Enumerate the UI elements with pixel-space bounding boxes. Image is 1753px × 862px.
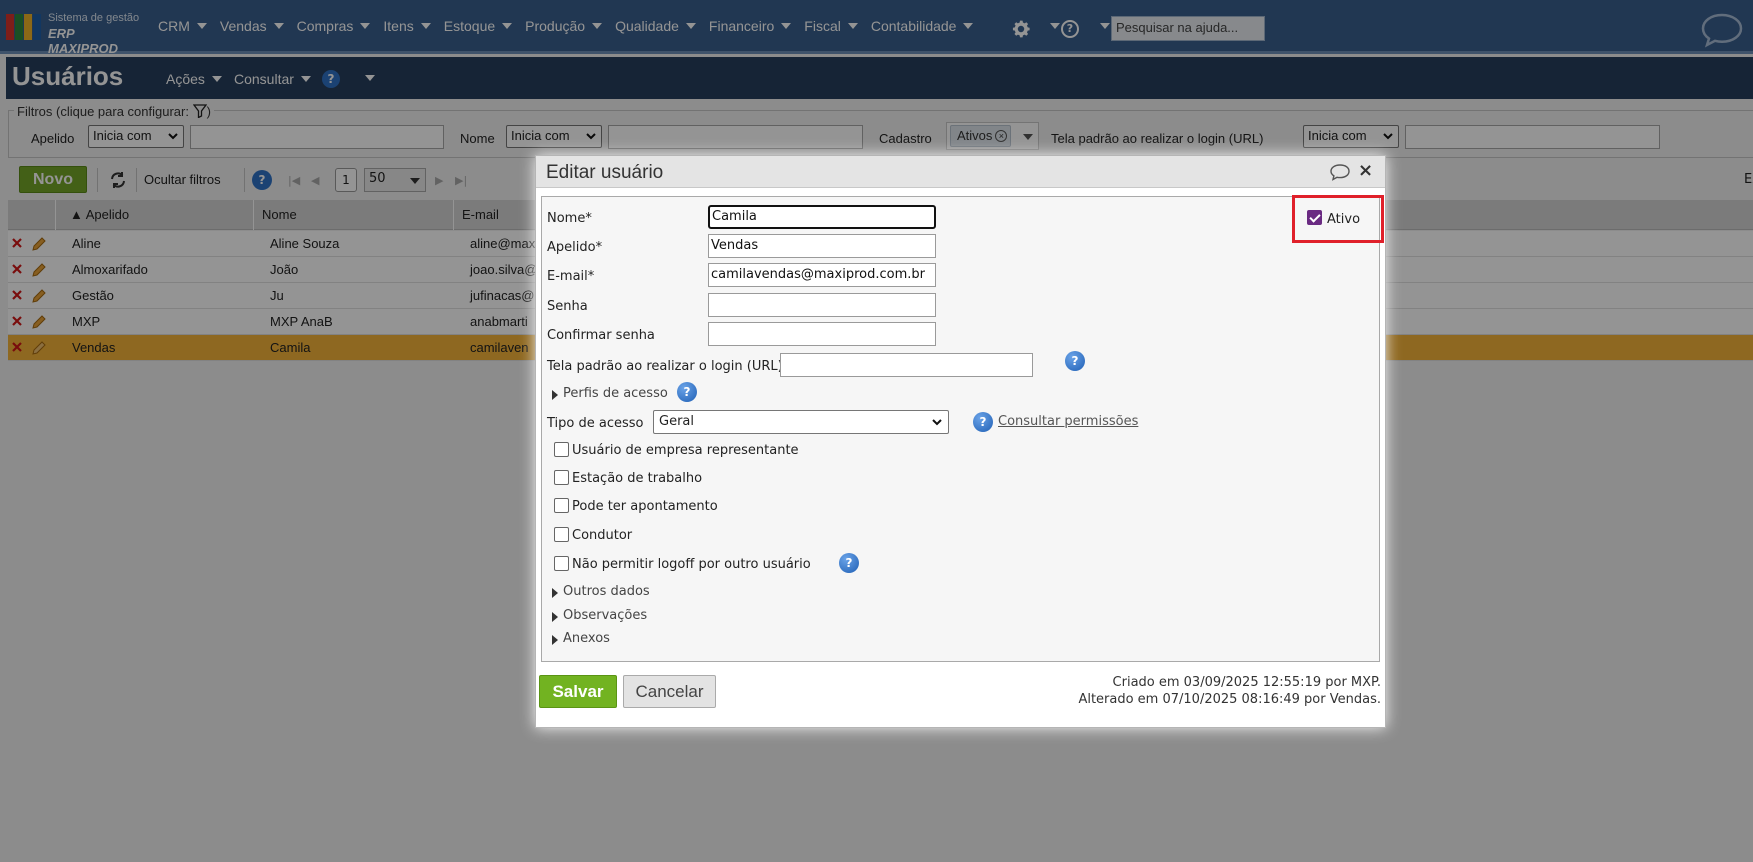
senha-label: Senha bbox=[547, 299, 588, 314]
email-label: E-mail* bbox=[547, 269, 595, 284]
help-circle-icon[interactable]: ? bbox=[973, 412, 993, 432]
expand-triangle-icon[interactable] bbox=[552, 612, 558, 622]
apontamento-checkbox[interactable] bbox=[554, 498, 569, 513]
password-input[interactable] bbox=[708, 293, 936, 317]
dialog-form: Nome* Camila Apelido* Vendas E-mail* cam… bbox=[541, 196, 1380, 662]
help-circle-icon[interactable]: ? bbox=[677, 382, 697, 402]
dialog-header: Editar usuário × bbox=[536, 156, 1385, 188]
edit-user-dialog: Editar usuário × Nome* Camila Apelido* V… bbox=[535, 155, 1386, 728]
modified-info: Alterado em 07/10/2025 08:16:49 por Vend… bbox=[1078, 692, 1381, 707]
expand-triangle-icon[interactable] bbox=[552, 635, 558, 645]
perfis-acesso-toggle[interactable]: Perfis de acesso bbox=[563, 386, 668, 401]
help-circle-icon[interactable]: ? bbox=[1065, 351, 1085, 371]
save-button[interactable]: Salvar bbox=[539, 675, 617, 708]
estacao-label: Estação de trabalho bbox=[572, 471, 703, 486]
apelido-input[interactable]: Vendas bbox=[708, 234, 936, 258]
tipo-acesso-label: Tipo de acesso bbox=[547, 416, 644, 431]
ativo-checkbox[interactable] bbox=[1307, 210, 1322, 225]
login-url-input[interactable] bbox=[780, 353, 1033, 377]
created-info: Criado em 03/09/2025 12:55:19 por MXP. bbox=[1112, 675, 1381, 690]
outros-dados-toggle[interactable]: Outros dados bbox=[563, 584, 650, 599]
login-url-label: Tela padrão ao realizar o login (URL) bbox=[547, 359, 783, 374]
close-icon[interactable]: × bbox=[1358, 160, 1373, 181]
consultar-permissoes-link[interactable]: Consultar permissões bbox=[998, 414, 1138, 429]
representante-label: Usuário de empresa representante bbox=[572, 443, 799, 458]
apelido-label: Apelido* bbox=[547, 240, 603, 255]
logoff-label: Não permitir logoff por outro usuário bbox=[572, 557, 811, 572]
ativo-label: Ativo bbox=[1327, 212, 1361, 227]
anexos-toggle[interactable]: Anexos bbox=[563, 631, 610, 646]
apontamento-label: Pode ter apontamento bbox=[572, 499, 718, 514]
confirm-password-label: Confirmar senha bbox=[547, 328, 655, 343]
chat-bubble-icon[interactable] bbox=[1329, 163, 1351, 181]
nome-label: Nome* bbox=[547, 211, 592, 226]
confirm-password-input[interactable] bbox=[708, 322, 936, 346]
logoff-checkbox[interactable] bbox=[554, 556, 569, 571]
representante-checkbox[interactable] bbox=[554, 442, 569, 457]
cancel-button[interactable]: Cancelar bbox=[623, 675, 716, 708]
dialog-title: Editar usuário bbox=[546, 162, 664, 183]
tipo-acesso-select[interactable]: Geral bbox=[653, 410, 949, 434]
chevron-down-icon bbox=[932, 419, 942, 426]
condutor-checkbox[interactable] bbox=[554, 527, 569, 542]
observacoes-toggle[interactable]: Observações bbox=[563, 608, 647, 623]
nome-input[interactable]: Camila bbox=[708, 205, 936, 229]
expand-triangle-icon[interactable] bbox=[552, 390, 558, 400]
expand-triangle-icon[interactable] bbox=[552, 588, 558, 598]
ativo-highlight-callout: Ativo bbox=[1292, 195, 1384, 243]
select-value: Geral bbox=[659, 414, 694, 429]
help-circle-icon[interactable]: ? bbox=[839, 553, 859, 573]
estacao-checkbox[interactable] bbox=[554, 470, 569, 485]
email-input[interactable]: camilavendas@maxiprod.com.br bbox=[708, 263, 936, 287]
condutor-label: Condutor bbox=[572, 528, 633, 543]
